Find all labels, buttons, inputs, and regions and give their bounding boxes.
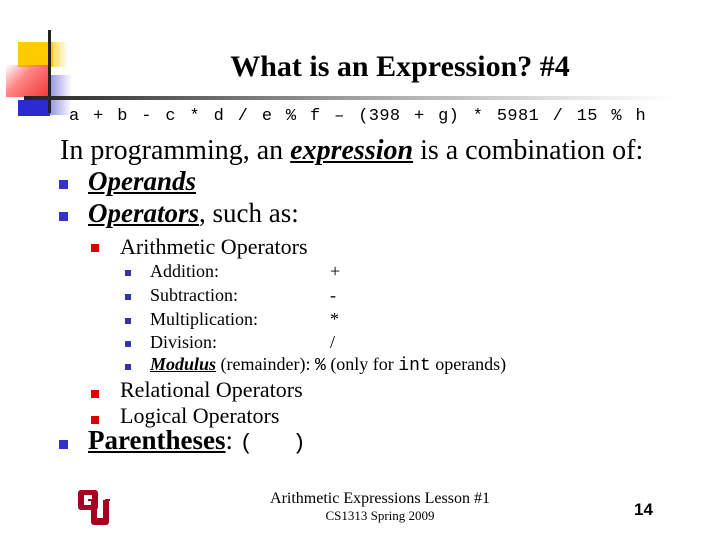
bullet-operators — [59, 212, 68, 221]
bullet-arithmetic — [91, 244, 99, 252]
modulus-symbol: % — [315, 356, 326, 376]
ou-logo-icon — [78, 490, 110, 525]
bullet-parentheses — [59, 440, 68, 449]
operators-suffix: , such as: — [199, 198, 299, 228]
list-item-relational-operators: Relational Operators — [120, 377, 303, 402]
footer-course-term: CS1313 Spring 2009 — [325, 508, 435, 523]
modulus-note-code: int — [398, 356, 431, 376]
list-item-division: Division: — [150, 332, 218, 352]
bullet-operands — [59, 180, 68, 189]
bullet-multiplication — [125, 318, 131, 324]
page-number: 14 — [634, 500, 653, 519]
intro-emphasis: expression — [290, 135, 414, 166]
list-item-addition: Addition: — [150, 261, 220, 281]
bullet-modulus — [125, 364, 131, 370]
list-item-operators: Operators, such as: — [88, 198, 299, 229]
bullet-addition — [125, 270, 131, 276]
parentheses-label: Parentheses — [88, 425, 226, 455]
red-square-decoration — [6, 65, 48, 97]
operators-label: Operators — [88, 198, 200, 228]
list-item-operands: Operands — [88, 166, 196, 197]
intro-sentence: In programming, an expression is a combi… — [60, 135, 643, 167]
list-item-multiplication: Multiplication: — [150, 309, 258, 329]
division-symbol: / — [330, 332, 336, 352]
bullet-logical — [91, 416, 99, 424]
title-underline-rule — [24, 96, 674, 100]
list-item-parentheses: Parentheses: ( ) — [88, 425, 306, 456]
bullet-relational — [91, 390, 99, 398]
parentheses-suffix: : — [225, 425, 233, 455]
multiplication-symbol: * — [330, 309, 339, 329]
bullet-subtraction — [125, 294, 131, 300]
bullet-division — [125, 341, 131, 347]
list-item-arithmetic-operators: Arithmetic Operators — [120, 234, 308, 259]
addition-symbol: + — [330, 261, 341, 281]
intro-text-after: is a combination of: — [413, 135, 644, 166]
slide-title: What is an Expression? #4 — [230, 50, 570, 83]
parentheses-symbols: ( ) — [239, 431, 306, 456]
vertical-line-decoration — [48, 30, 51, 113]
modulus-label: Modulus — [150, 354, 217, 374]
modulus-note-after: operands) — [430, 354, 507, 374]
operands-label: Operands — [88, 166, 197, 196]
code-example: a + b - c * d / e % f – (398 + g) * 5981… — [69, 107, 647, 126]
intro-text-before: In programming, an — [60, 135, 291, 166]
modulus-suffix: (remainder): — [216, 354, 315, 374]
list-item-modulus: Modulus (remainder): % (only for int ope… — [150, 354, 506, 376]
blue-square-decoration — [18, 100, 50, 116]
footer-lesson-title: Arithmetic Expressions Lesson #1 — [270, 490, 490, 507]
list-item-subtraction: Subtraction: — [150, 285, 238, 305]
modulus-note-before: (only for — [325, 354, 399, 374]
decorative-corner-graphic — [0, 0, 80, 120]
subtraction-symbol: - — [330, 285, 336, 305]
